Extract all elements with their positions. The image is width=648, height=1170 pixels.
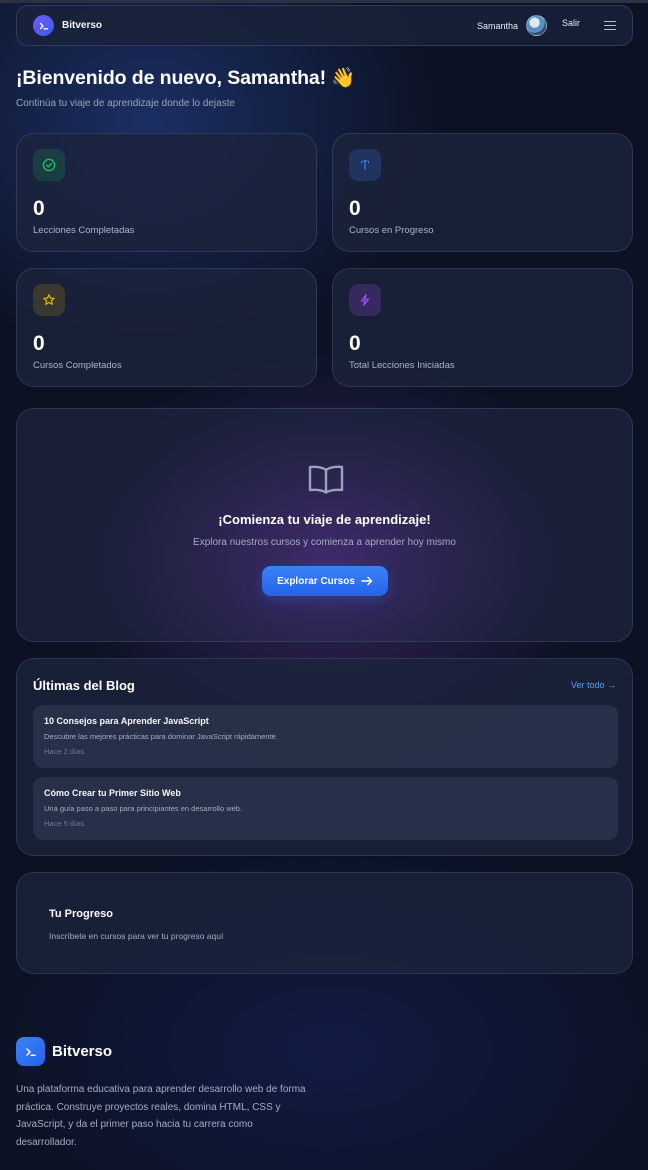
blog-post-item[interactable]: Cómo Crear tu Primer Sitio Web Una guía …	[33, 777, 618, 840]
cta-subtitle: Explora nuestros cursos y comienza a apr…	[193, 537, 456, 548]
blog-post-title: 10 Consejos para Aprender JavaScript	[44, 716, 209, 726]
stat-label: Lecciones Completadas	[33, 225, 135, 236]
stat-card-courses-completed: 0 Cursos Completados	[16, 268, 317, 387]
cta-title: ¡Comienza tu viaje de aprendizaje!	[218, 512, 431, 527]
stat-label: Cursos Completados	[33, 360, 122, 371]
open-book-icon	[307, 464, 345, 494]
stat-label: Cursos en Progreso	[349, 225, 434, 236]
page-subtitle: Continúa tu viaje de aprendizaje donde l…	[16, 98, 236, 109]
view-all-link[interactable]: Ver todo →	[571, 680, 616, 690]
blog-post-date: Hace 5 días	[44, 819, 85, 828]
footer-description: Una plataforma educativa para aprender d…	[16, 1084, 306, 1148]
stat-card-lessons-completed: 0 Lecciones Completadas	[16, 133, 317, 252]
blog-section-title: Últimas del Blog	[33, 678, 135, 693]
stat-value: 0	[349, 197, 361, 220]
explore-courses-button[interactable]: Explorar Cursos	[262, 566, 388, 596]
blog-post-item[interactable]: 10 Consejos para Aprender JavaScript Des…	[33, 705, 618, 768]
user-menu: Samantha Salir	[477, 15, 616, 36]
stat-card-total-lessons-started: 0 Total Lecciones Iniciadas	[332, 268, 633, 387]
stat-label: Total Lecciones Iniciadas	[349, 360, 455, 371]
top-navbar: Bitverso Samantha Salir	[16, 5, 633, 46]
get-started-card: ¡Comienza tu viaje de aprendizaje! Explo…	[16, 408, 633, 642]
star-icon	[33, 284, 65, 316]
blog-post-description: Descubre las mejores prácticas para domi…	[44, 732, 278, 741]
user-name[interactable]: Samantha	[477, 21, 518, 31]
cursor-icon	[349, 149, 381, 181]
blog-post-date: Hace 2 días	[44, 747, 85, 756]
latest-blog-section: Últimas del Blog Ver todo → 10 Consejos …	[16, 658, 633, 856]
stat-value: 0	[33, 197, 45, 220]
brand-name[interactable]: Bitverso	[62, 20, 102, 31]
logout-button[interactable]: Salir	[562, 18, 580, 28]
avatar[interactable]	[525, 15, 547, 36]
page-title: ¡Bienvenido de nuevo, Samantha! 👋	[16, 67, 356, 89]
blog-post-description: Una guía paso a paso para principiantes …	[44, 804, 243, 813]
footer-brand-name: Bitverso	[52, 1043, 113, 1060]
stat-value: 0	[33, 332, 45, 355]
stat-value: 0	[349, 332, 361, 355]
lightning-icon	[349, 284, 381, 316]
progress-subtitle: Inscríbete en cursos para ver tu progres…	[49, 931, 224, 941]
terminal-logo-icon[interactable]	[33, 15, 54, 36]
explore-courses-label: Explorar Cursos	[277, 575, 355, 587]
top-border	[0, 0, 648, 3]
progress-card: Tu Progreso Inscríbete en cursos para ve…	[16, 872, 633, 974]
progress-title: Tu Progreso	[49, 908, 113, 920]
check-circle-icon	[33, 149, 65, 181]
footer-terminal-logo-icon[interactable]	[16, 1037, 45, 1066]
arrow-right-icon	[361, 576, 373, 586]
stat-card-courses-in-progress: 0 Cursos en Progreso	[332, 133, 633, 252]
blog-post-title: Cómo Crear tu Primer Sitio Web	[44, 788, 181, 798]
hamburger-menu-icon[interactable]	[604, 20, 616, 31]
